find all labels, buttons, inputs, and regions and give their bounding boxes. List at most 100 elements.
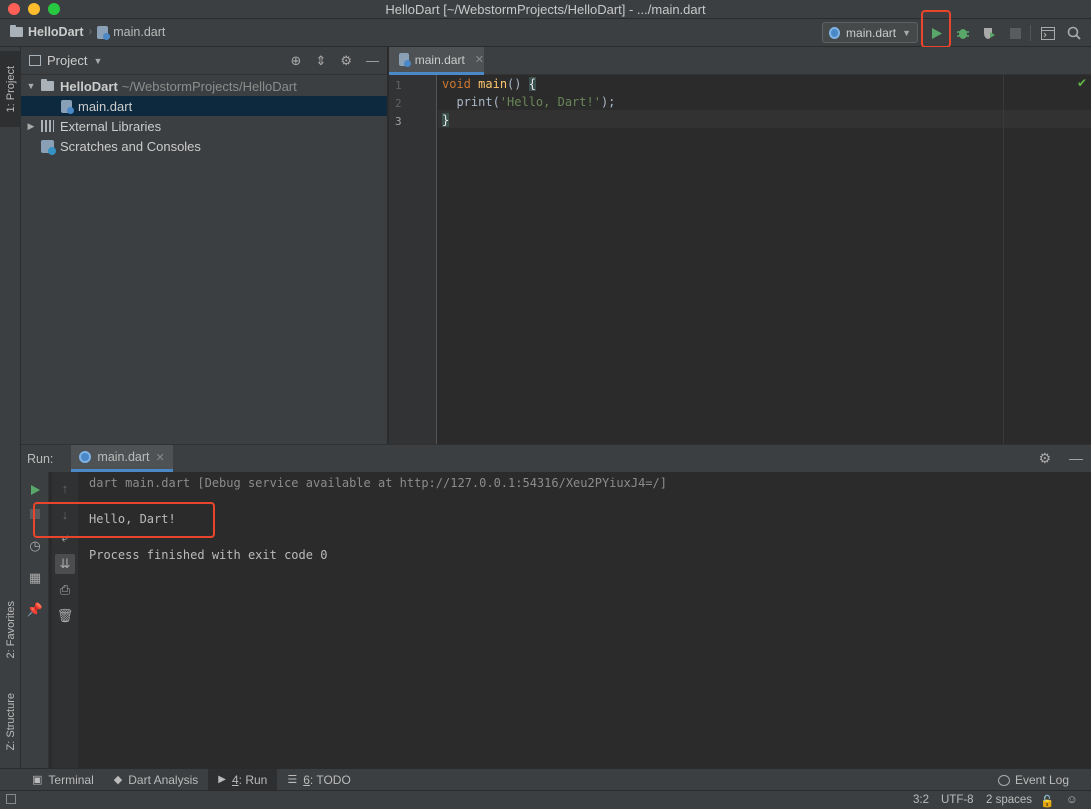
dart-icon (829, 26, 841, 39)
tree-item-scratches[interactable]: Scratches and Consoles (21, 136, 387, 156)
scroll-to-end-button[interactable]: ⇊ (55, 554, 75, 574)
folder-icon (10, 25, 23, 37)
expand-arrow-icon[interactable]: ▼ (25, 81, 37, 91)
search-icon (1067, 26, 1081, 40)
console-finish-line: Process finished with exit code 0 (89, 548, 328, 562)
tab-favorites[interactable]: 2: Favorites (0, 575, 21, 685)
expand-arrow-icon[interactable]: ▶ (25, 121, 37, 132)
dart-file-icon (61, 99, 74, 114)
line-gutter: 1 2 3 (389, 75, 437, 444)
inspector-icon[interactable]: ☺ (1066, 794, 1078, 806)
close-icon[interactable]: ✕ (475, 53, 484, 66)
code-token: () (507, 77, 529, 91)
hide-icon[interactable]: — (1069, 450, 1083, 467)
folder-icon (41, 79, 54, 91)
search-everywhere-button[interactable] (1064, 23, 1084, 43)
line-number: 1 (395, 79, 402, 92)
clear-all-button[interactable]: 🗑 (55, 606, 75, 626)
run-highlight-box (921, 10, 951, 48)
tree-root-path: ~/WebstormProjects/HelloDart (121, 78, 297, 94)
lock-icon[interactable]: 🔓 (1040, 794, 1054, 808)
up-arrow-button[interactable]: ↑ (55, 478, 75, 498)
collapse-all-icon[interactable]: ⇕ (315, 53, 326, 69)
tab-run-text: : Run (238, 772, 268, 787)
line-number: 3 (395, 115, 402, 128)
tab-project-label: 1: Project (4, 65, 17, 113)
tab-todo-label: 6: TODO (303, 773, 351, 787)
trash-icon: 🗑 (56, 608, 74, 623)
library-icon (41, 120, 54, 132)
tab-dart-analysis[interactable]: ◆ Dart Analysis (104, 769, 209, 791)
gear-icon[interactable]: ⚙ (1038, 450, 1051, 467)
locate-icon[interactable]: ⊕ (291, 53, 302, 69)
brace-token: { (528, 77, 536, 91)
layout-button[interactable]: ▦ (25, 568, 45, 588)
tree-item-root[interactable]: ▼ HelloDart ~/WebstormProjects/HelloDart (21, 76, 387, 96)
run-panel: Run: main.dart ✕ ⚙ — ◷ ▦ 📌 ↑ ↓ ⤶ ⇊ ⎙ 🗑 d… (21, 444, 1091, 769)
tree-item-external-libraries[interactable]: ▶ External Libraries (21, 116, 387, 136)
dart-file-icon (97, 25, 111, 40)
tab-todo[interactable]: ☰ 6: TODO (277, 769, 360, 791)
rerun-button[interactable] (25, 480, 45, 500)
code-editor: main.dart ✕ 1 2 3 ✔ void main() { print(… (389, 47, 1091, 444)
tab-todo-text: : TODO (309, 772, 351, 787)
tab-run[interactable]: ▶ 4: Run (208, 768, 278, 791)
gear-icon[interactable]: ⚙ (340, 53, 352, 69)
code-line-2[interactable]: print('Hello, Dart!'); (442, 95, 615, 109)
tab-terminal[interactable]: ▣ Terminal (22, 769, 104, 791)
tab-project[interactable]: 1: Project (0, 51, 21, 127)
string-token: 'Hello, Dart!' (499, 95, 601, 109)
run-config-label: main.dart (846, 25, 897, 40)
breadcrumb: HelloDart › main.dart (10, 25, 165, 40)
print-button[interactable]: ⎙ (55, 580, 75, 600)
run-tab-main-dart[interactable]: main.dart ✕ (71, 445, 173, 472)
tab-run-number: 4 (231, 772, 239, 787)
run-panel-header: Run: main.dart ✕ ⚙ — (21, 445, 1091, 472)
breadcrumb-project[interactable]: HelloDart (28, 25, 84, 39)
debug-icon (957, 29, 969, 39)
tab-structure[interactable]: Z: Structure (0, 677, 21, 767)
bottom-tool-bar: ▣ Terminal ◆ Dart Analysis ▶ 4: Run ☰ 6:… (0, 768, 1091, 791)
dart-icon (79, 451, 92, 463)
pin-icon: 📌 (26, 602, 44, 617)
debug-button[interactable] (953, 23, 973, 43)
scratches-icon (41, 139, 56, 155)
tab-main-dart[interactable]: main.dart ✕ (389, 47, 484, 75)
breadcrumb-file[interactable]: main.dart (113, 25, 165, 39)
run-label: Run: (27, 451, 54, 466)
project-panel-header: Project ▼ ⊕ ⇕ ⚙ — (21, 47, 387, 75)
close-icon[interactable]: ✕ (156, 451, 165, 464)
list-icon: ☰ (287, 774, 298, 786)
tree-item-main-dart[interactable]: main.dart (21, 96, 387, 116)
output-highlight-box (33, 502, 215, 538)
terminal-button[interactable] (1038, 23, 1058, 43)
history-button[interactable]: ◷ (25, 536, 45, 556)
event-log-label: Event Log (1014, 773, 1069, 787)
pin-button[interactable]: 📌 (25, 600, 45, 620)
arrow-up-icon: ↑ (61, 480, 69, 496)
code-line-3[interactable]: } (442, 113, 450, 127)
caret-position[interactable]: 3:2 (913, 794, 929, 806)
scroll-end-icon: ⇊ (59, 556, 71, 571)
indent-setting[interactable]: 2 spaces (986, 794, 1032, 806)
file-encoding[interactable]: UTF-8 (941, 794, 974, 806)
run-config-select[interactable]: main.dart ▼ (822, 22, 918, 43)
layout-icon: ▦ (28, 570, 42, 585)
project-view-select[interactable]: Project (47, 53, 87, 68)
event-log-button[interactable]: Event Log (997, 773, 1069, 787)
print-icon: ⎙ (59, 582, 71, 597)
brace-token: } (442, 113, 450, 127)
stop-button[interactable] (1005, 23, 1025, 43)
coverage-button[interactable] (979, 23, 999, 43)
coverage-icon (984, 28, 995, 39)
hide-icon[interactable]: — (366, 53, 379, 69)
left-tool-stripe: 1: Project 2: Favorites Z: Structure (0, 47, 21, 768)
tab-terminal-label: Terminal (48, 772, 94, 787)
status-toggle-icon[interactable] (6, 794, 16, 804)
run-icon: ▶ (218, 774, 226, 785)
clock-icon: ◷ (29, 538, 41, 553)
code-line-1[interactable]: void main() { (442, 77, 536, 91)
tab-run-label: 4: Run (232, 773, 267, 787)
status-bar: 3:2 UTF-8 2 spaces 🔓 ☺ (0, 790, 1091, 809)
code-token: print( (442, 95, 500, 109)
